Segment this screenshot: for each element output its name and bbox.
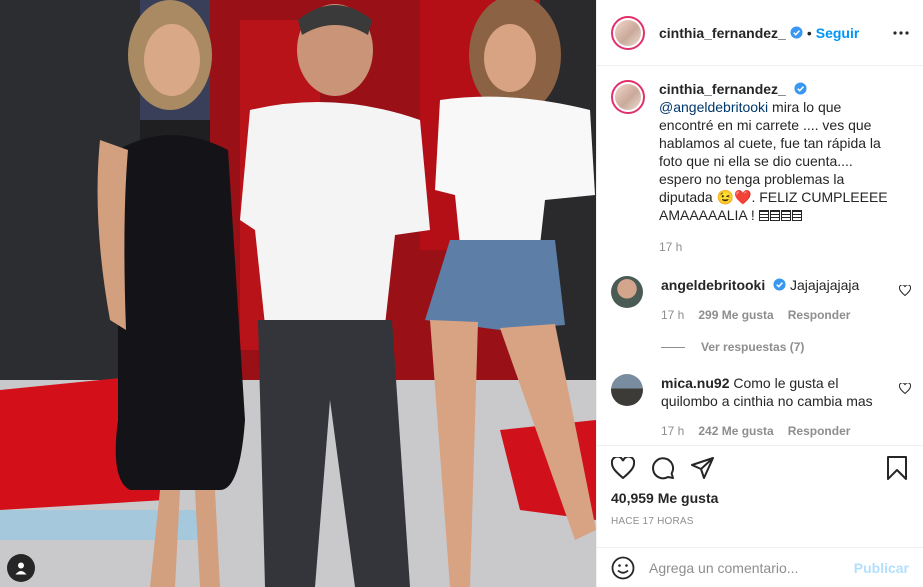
view-replies-label: Ver respuestas (7) (701, 340, 805, 354)
caption-mention[interactable]: @angeldebritooki (659, 99, 768, 115)
author-avatar[interactable] (611, 15, 645, 50)
share-icon (691, 457, 714, 479)
post-timestamp[interactable]: HACE 17 HORAS (611, 516, 909, 527)
header-separator: • (806, 24, 812, 41)
comment-like-icon[interactable] (899, 383, 911, 394)
view-replies-button[interactable]: Ver respuestas (7) (661, 340, 907, 354)
publish-button[interactable]: Publicar (854, 560, 909, 576)
verified-badge-icon (790, 26, 803, 39)
comment-time[interactable]: 17 h (661, 422, 684, 440)
caption-text: mira lo que encontré en mi carrete .... … (659, 99, 888, 223)
photo-illustration (0, 0, 596, 587)
emoji-button[interactable] (611, 556, 635, 580)
caption-time[interactable]: 17 h (659, 238, 682, 256)
caption-avatar[interactable] (611, 80, 645, 114)
user-tag-icon (15, 562, 27, 575)
verified-badge-icon (773, 278, 786, 291)
comment-item: mica.nu92 Como le gusta el quilombo a ci… (611, 374, 911, 440)
follow-button[interactable]: Seguir (816, 25, 860, 41)
caption-username[interactable]: cinthia_fernandez_ (659, 81, 786, 97)
post-side-panel: cinthia_fernandez_ • Seguir cinthia_fern… (596, 0, 923, 587)
heart-icon (611, 457, 635, 479)
emoji-glyphs (758, 207, 803, 223)
share-button[interactable] (691, 457, 715, 479)
comment-input[interactable] (649, 559, 854, 576)
likes-count[interactable]: 40,959 Me gusta (611, 490, 909, 506)
more-options-icon (893, 30, 909, 35)
bookmark-icon (887, 456, 907, 480)
post-header: cinthia_fernandez_ • Seguir (597, 0, 923, 66)
comment-button[interactable] (651, 456, 675, 480)
post-photo[interactable] (0, 0, 596, 587)
comment-likes[interactable]: 299 Me gusta (698, 306, 773, 324)
caption: cinthia_fernandez_ @angeldebritooki mira… (611, 80, 907, 256)
comment-username[interactable]: angeldebritooki (661, 277, 765, 293)
comment-item: angeldebritooki Jajajajajaja 17 h 299 Me… (611, 276, 911, 324)
user-tag-button[interactable] (7, 554, 35, 582)
author-username[interactable]: cinthia_fernandez_ (659, 25, 786, 41)
reply-button[interactable]: Responder (788, 306, 851, 324)
comment-avatar[interactable] (611, 276, 643, 308)
comment-time[interactable]: 17 h (661, 306, 684, 324)
emoji-icon (611, 556, 635, 579)
comment-avatar[interactable] (611, 374, 643, 406)
comment-like-icon[interactable] (899, 285, 911, 296)
reply-button[interactable]: Responder (788, 422, 851, 440)
more-options-button[interactable] (893, 30, 909, 35)
post-modal: cinthia_fernandez_ • Seguir cinthia_fern… (0, 0, 923, 587)
like-button[interactable] (611, 457, 635, 479)
comment-icon (652, 457, 675, 480)
add-comment-bar: Publicar (597, 547, 923, 587)
comment-text: Jajajajajaja (790, 277, 860, 293)
comment-likes[interactable]: 242 Me gusta (698, 422, 773, 440)
save-button[interactable] (887, 456, 907, 480)
comments-list[interactable]: cinthia_fernandez_ @angeldebritooki mira… (597, 66, 923, 445)
verified-badge-icon (794, 82, 807, 95)
comment-username[interactable]: mica.nu92 (661, 375, 729, 391)
